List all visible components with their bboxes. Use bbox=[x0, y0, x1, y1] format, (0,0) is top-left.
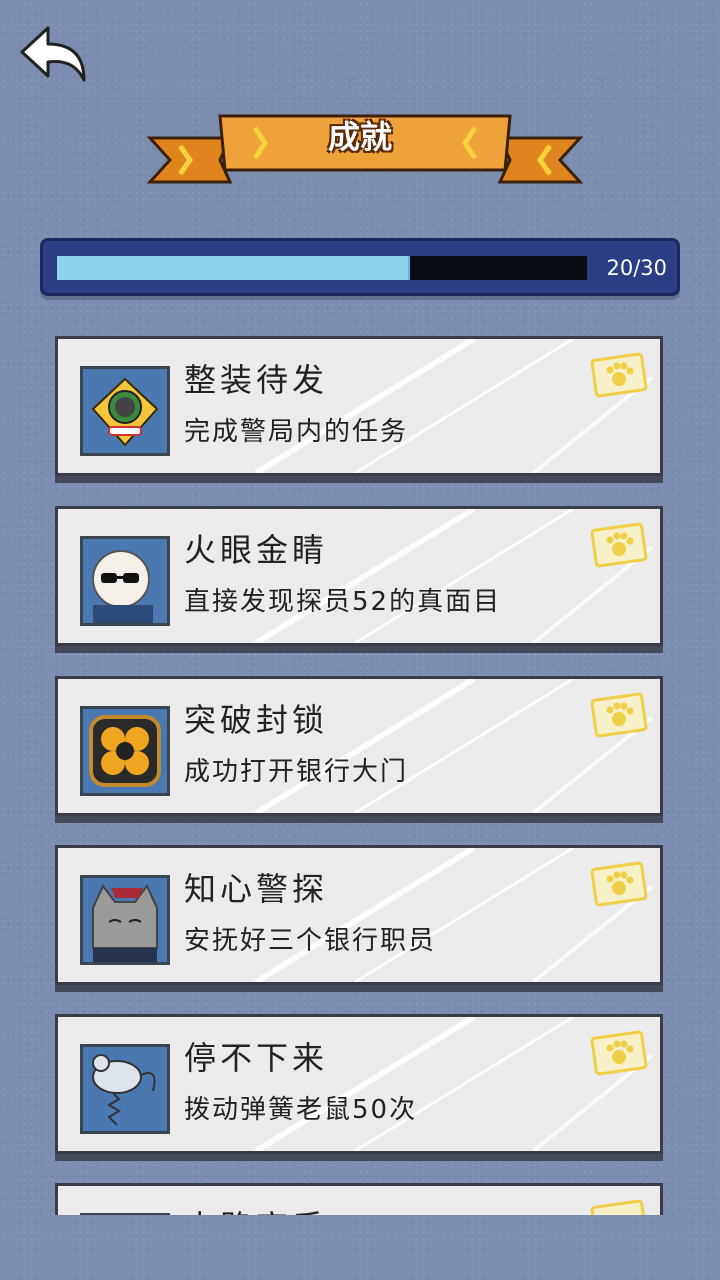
police-badge-icon bbox=[80, 366, 170, 456]
paw-stamp-icon bbox=[590, 1030, 648, 1076]
achievement-title: 知心警探 bbox=[184, 870, 329, 908]
achievement-description: 拨动弹簧老鼠50次 bbox=[184, 1095, 418, 1125]
spring-mouse-toy-icon bbox=[80, 1044, 170, 1134]
achievement-card[interactable]: 火眼金睛 直接发现探员52的真面目 bbox=[55, 506, 663, 646]
cat-clerk-icon bbox=[80, 875, 170, 965]
paw-stamp-icon bbox=[590, 352, 648, 398]
paw-stamp-icon bbox=[590, 1199, 648, 1215]
list-clip-area bbox=[0, 1215, 720, 1280]
achievement-list[interactable]: 整装待发 完成警局内的任务 火眼金睛 直接发现探员52的真面目 突破封锁 成功打… bbox=[0, 0, 720, 1215]
achievement-title: 电路高手 bbox=[184, 1202, 328, 1215]
achievement-description: 完成警局内的任务 bbox=[184, 417, 409, 447]
achievement-card[interactable]: 停不下来 拨动弹簧老鼠50次 bbox=[55, 1014, 663, 1154]
paw-stamp-icon bbox=[590, 861, 648, 907]
achievement-title: 停不下来 bbox=[184, 1039, 329, 1077]
paw-stamp-icon bbox=[590, 692, 648, 738]
paw-stamp-icon bbox=[590, 522, 648, 568]
achievement-card[interactable]: 整装待发 完成警局内的任务 bbox=[55, 336, 663, 476]
sunglasses-agent-icon bbox=[80, 536, 170, 626]
achievement-card[interactable]: 知心警探 安抚好三个银行职员 bbox=[55, 845, 663, 985]
achievement-title: 火眼金睛 bbox=[184, 531, 329, 569]
achievement-title: 突破封锁 bbox=[184, 701, 329, 739]
achievement-card[interactable]: 电路高手 bbox=[55, 1183, 663, 1215]
achievement-description: 直接发现探员52的真面目 bbox=[184, 587, 502, 617]
bank-door-lock-icon bbox=[80, 706, 170, 796]
achievement-title: 整装待发 bbox=[184, 361, 329, 399]
achievement-description: 安抚好三个银行职员 bbox=[184, 926, 437, 956]
achievement-card[interactable]: 突破封锁 成功打开银行大门 bbox=[55, 676, 663, 816]
achievement-description: 成功打开银行大门 bbox=[184, 757, 409, 787]
